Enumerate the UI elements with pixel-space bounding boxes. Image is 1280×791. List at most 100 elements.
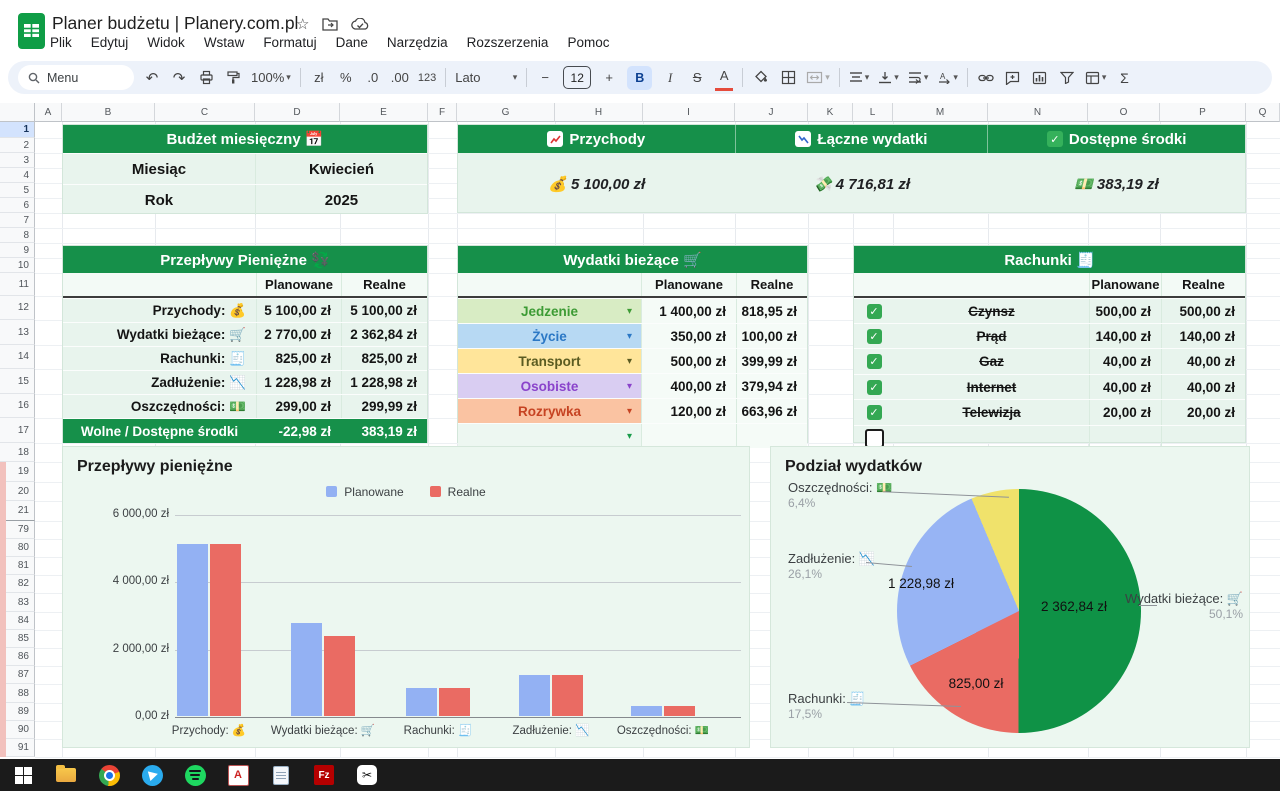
cell-bill-real[interactable]: 40,00 zł bbox=[1161, 349, 1245, 374]
cell-bill-planned[interactable]: 140,00 zł bbox=[1089, 324, 1161, 348]
table-views-button[interactable]: ▾ bbox=[1085, 66, 1107, 90]
zoom-select[interactable]: 100% ▾ bbox=[251, 66, 291, 90]
cell-cashflow-total-real[interactable]: 383,19 zł bbox=[341, 419, 427, 443]
increase-decimals-button[interactable]: .00 bbox=[391, 66, 409, 90]
cell-expense-real[interactable]: 399,99 zł bbox=[736, 349, 807, 373]
row-header[interactable]: 3 bbox=[0, 153, 35, 168]
cell-expense-real[interactable]: 818,95 zł bbox=[736, 299, 807, 323]
cashflow-col-planowane[interactable]: Planowane bbox=[256, 273, 341, 296]
spotify-icon[interactable] bbox=[184, 764, 206, 786]
budget-title-cell[interactable]: Budżet miesięczny 📅 bbox=[63, 125, 427, 153]
cell-empty[interactable] bbox=[854, 273, 894, 296]
start-button[interactable] bbox=[12, 764, 34, 786]
undo-button[interactable]: ↶ bbox=[143, 66, 161, 90]
cell-category-dropdown-empty[interactable]: ▾ bbox=[458, 424, 641, 448]
column-header[interactable]: G bbox=[457, 103, 555, 122]
column-header[interactable]: Q bbox=[1246, 103, 1280, 122]
bill-checkbox[interactable]: ✓ bbox=[854, 400, 894, 425]
cell-budget-value[interactable]: Kwiecień bbox=[255, 154, 427, 184]
column-header[interactable]: I bbox=[643, 103, 735, 122]
font-size-input[interactable]: 12 bbox=[563, 66, 591, 89]
insert-chart-button[interactable] bbox=[1031, 66, 1049, 90]
column-header[interactable]: D bbox=[255, 103, 340, 122]
cell-expense-planned[interactable]: 500,00 zł bbox=[641, 349, 736, 373]
cell-expense-planned[interactable]: 1 400,00 zł bbox=[641, 299, 736, 323]
cell-bill-planned[interactable]: 40,00 zł bbox=[1089, 349, 1161, 374]
cell-bill-name[interactable]: Telewizja bbox=[894, 400, 1089, 425]
cell-bill-name[interactable]: Czynsz bbox=[894, 299, 1089, 323]
menu-widok[interactable]: Widok bbox=[147, 35, 185, 50]
cell-cashflow-planned[interactable]: 1 228,98 zł bbox=[256, 371, 341, 394]
menu-formatuj[interactable]: Formatuj bbox=[263, 35, 316, 50]
row-header[interactable]: 7 bbox=[0, 213, 35, 228]
decrease-font-size-button[interactable]: − bbox=[536, 66, 554, 90]
cashflow-title-cell[interactable]: Przepływy Pieniężne 💱 bbox=[63, 246, 427, 273]
print-button[interactable] bbox=[197, 66, 215, 90]
expenses-title-cell[interactable]: Wydatki bieżące 🛒 bbox=[458, 246, 807, 273]
capcut-icon[interactable]: ✂ bbox=[356, 764, 378, 786]
bar-real[interactable] bbox=[664, 706, 695, 716]
cell-cashflow-real[interactable]: 1 228,98 zł bbox=[341, 371, 427, 394]
summary-header-laczne-wydatki[interactable]: Łączne wydatki bbox=[736, 125, 989, 153]
functions-button[interactable]: Σ bbox=[1115, 66, 1133, 90]
font-select[interactable]: Lato▾ bbox=[455, 66, 517, 90]
cell-bill-name[interactable]: Gaz bbox=[894, 349, 1089, 374]
column-header[interactable]: P bbox=[1160, 103, 1246, 122]
cell-category-dropdown[interactable]: Jedzenie▾ bbox=[458, 299, 641, 323]
cell-cashflow-planned[interactable]: 2 770,00 zł bbox=[256, 323, 341, 346]
text-wrap-button[interactable]: ▾ bbox=[908, 66, 929, 90]
cell-cashflow-label[interactable]: Wydatki bieżące: 🛒 bbox=[63, 323, 256, 346]
horizontal-align-button[interactable]: ▾ bbox=[849, 66, 870, 90]
cell-bill-planned[interactable]: 500,00 zł bbox=[1089, 299, 1161, 323]
bar-planned[interactable] bbox=[631, 706, 662, 716]
cell-empty[interactable] bbox=[641, 424, 736, 448]
cell-empty[interactable] bbox=[63, 273, 256, 296]
column-header[interactable]: E bbox=[340, 103, 428, 122]
cell-cashflow-real[interactable]: 5 100,00 zł bbox=[341, 299, 427, 322]
menu-wstaw[interactable]: Wstaw bbox=[204, 35, 245, 50]
cell-category-dropdown[interactable]: Życie▾ bbox=[458, 324, 641, 348]
column-header[interactable]: N bbox=[988, 103, 1088, 122]
bills-col-realne[interactable]: Realne bbox=[1161, 273, 1245, 296]
text-rotation-button[interactable]: A▾ bbox=[937, 66, 958, 90]
cell-cashflow-planned[interactable]: 825,00 zł bbox=[256, 347, 341, 370]
cell-budget-label[interactable]: Rok bbox=[63, 185, 255, 215]
column-header[interactable]: A bbox=[35, 103, 62, 122]
menu-dane[interactable]: Dane bbox=[336, 35, 368, 50]
telegram-icon[interactable] bbox=[141, 764, 163, 786]
expenses-col-planowane[interactable]: Planowane bbox=[641, 273, 736, 296]
cell-bill-real[interactable]: 140,00 zł bbox=[1161, 324, 1245, 348]
bar-planned[interactable] bbox=[291, 623, 322, 716]
menu-edytuj[interactable]: Edytuj bbox=[91, 35, 129, 50]
cell-expense-planned[interactable]: 400,00 zł bbox=[641, 374, 736, 398]
bar-planned[interactable] bbox=[519, 675, 550, 716]
summary-header-przychody[interactable]: Przychody bbox=[458, 125, 736, 153]
star-icon[interactable]: ☆ bbox=[296, 15, 309, 33]
bill-checkbox[interactable]: ✓ bbox=[854, 299, 894, 323]
text-color-button[interactable]: A bbox=[715, 64, 733, 91]
column-header[interactable]: C bbox=[155, 103, 255, 122]
pie-chart-panel[interactable]: Podział wydatków 2 362,84 zł 825,00 zł 1… bbox=[770, 446, 1250, 748]
row-header[interactable]: 2 bbox=[0, 138, 35, 153]
row-header[interactable]: 9 bbox=[0, 243, 35, 258]
strikethrough-button[interactable]: S bbox=[688, 66, 706, 90]
cell-expense-real[interactable]: 100,00 zł bbox=[736, 324, 807, 348]
vertical-align-button[interactable]: ▾ bbox=[878, 66, 899, 90]
cell-bill-planned[interactable]: 40,00 zł bbox=[1089, 375, 1161, 399]
search-menus-button[interactable]: Menu bbox=[18, 65, 134, 90]
cell-bill-real[interactable]: 20,00 zł bbox=[1161, 400, 1245, 425]
row-header[interactable]: 15 bbox=[0, 369, 35, 394]
expenses-col-realne[interactable]: Realne bbox=[736, 273, 807, 296]
cell-bill-name[interactable]: Internet bbox=[894, 375, 1089, 399]
cell-expense-real[interactable]: 663,96 zł bbox=[736, 399, 807, 423]
borders-button[interactable] bbox=[779, 66, 797, 90]
move-to-folder-icon[interactable] bbox=[322, 17, 338, 31]
row-header[interactable]: 13 bbox=[0, 320, 35, 345]
column-header[interactable]: J bbox=[735, 103, 808, 122]
cell-expense-planned[interactable]: 350,00 zł bbox=[641, 324, 736, 348]
bar-real[interactable] bbox=[552, 675, 583, 716]
cell-cashflow-total-planned[interactable]: -22,98 zł bbox=[256, 419, 341, 443]
cashflow-col-realne[interactable]: Realne bbox=[341, 273, 427, 296]
chrome-icon[interactable] bbox=[98, 764, 120, 786]
menu-plik[interactable]: Plik bbox=[50, 35, 72, 50]
